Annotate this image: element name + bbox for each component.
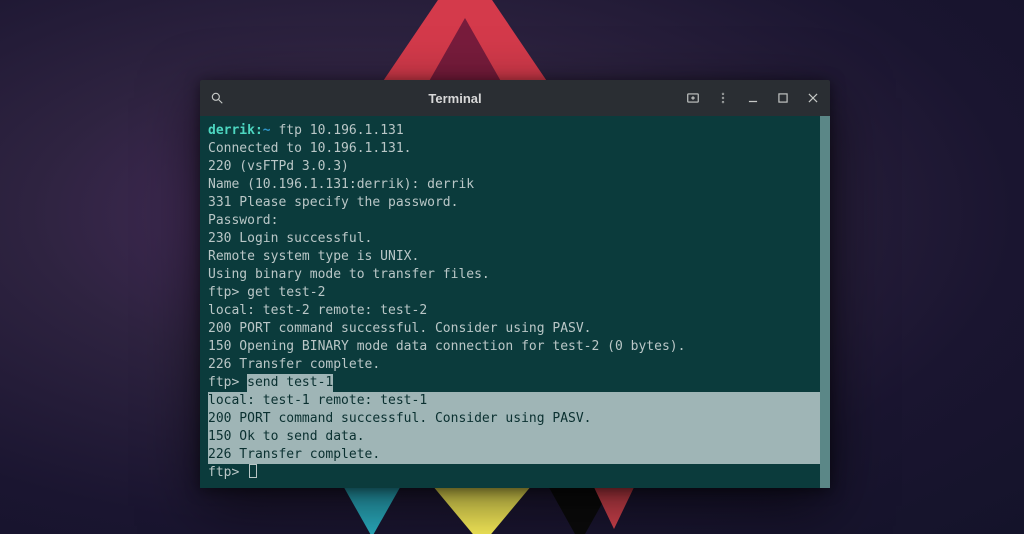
minimize-icon[interactable] <box>746 91 760 105</box>
ftp-command: get test-2 <box>247 285 325 300</box>
scrollbar[interactable] <box>820 116 830 488</box>
output-line: Connected to 10.196.1.131. <box>208 140 830 158</box>
search-icon[interactable] <box>210 91 224 105</box>
output-line: local: test-2 remote: test-2 <box>208 302 830 320</box>
prompt-line: derrik:~ ftp 10.196.1.131 <box>208 122 830 140</box>
menu-icon[interactable] <box>716 91 730 105</box>
text-cursor <box>249 464 257 478</box>
close-icon[interactable] <box>806 91 820 105</box>
output-line: Remote system type is UNIX. <box>208 248 830 266</box>
output-line: Using binary mode to transfer files. <box>208 266 830 284</box>
selected-line: 150 Ok to send data. <box>208 428 830 446</box>
selected-line: 200 PORT command successful. Consider us… <box>208 410 830 428</box>
selected-line: 226 Transfer complete. <box>208 446 830 464</box>
ftp-prompt-line: ftp> send test-1 <box>208 374 830 392</box>
terminal-window: Terminal derrik:~ ftp 10.196.1.131 Conne… <box>200 80 830 488</box>
ftp-prompt-line: ftp> <box>208 464 830 482</box>
output-line: 200 PORT command successful. Consider us… <box>208 320 830 338</box>
selected-line: local: test-1 remote: test-1 <box>208 392 830 410</box>
prompt-tilde: ~ <box>263 123 271 138</box>
ftp-prompt: ftp> <box>208 375 247 390</box>
ftp-prompt: ftp> <box>208 285 247 300</box>
maximize-icon[interactable] <box>776 91 790 105</box>
output-line: Name (10.196.1.131:derrik): derrik <box>208 176 830 194</box>
output-line: Password: <box>208 212 830 230</box>
prompt-command: ftp 10.196.1.131 <box>278 123 403 138</box>
scrollbar-thumb[interactable] <box>820 116 830 488</box>
output-line: 331 Please specify the password. <box>208 194 830 212</box>
titlebar[interactable]: Terminal <box>200 80 830 116</box>
output-line: 150 Opening BINARY mode data connection … <box>208 338 830 356</box>
output-line: 220 (vsFTPd 3.0.3) <box>208 158 830 176</box>
terminal-body[interactable]: derrik:~ ftp 10.196.1.131 Connected to 1… <box>200 116 830 488</box>
output-line: 226 Transfer complete. <box>208 356 830 374</box>
window-title: Terminal <box>224 91 686 106</box>
ftp-prompt: ftp> <box>208 465 247 480</box>
output-line: 230 Login successful. <box>208 230 830 248</box>
selected-text: send test-1 <box>247 374 333 392</box>
new-tab-icon[interactable] <box>686 91 700 105</box>
prompt-user-host: derrik: <box>208 123 263 138</box>
ftp-prompt-line: ftp> get test-2 <box>208 284 830 302</box>
